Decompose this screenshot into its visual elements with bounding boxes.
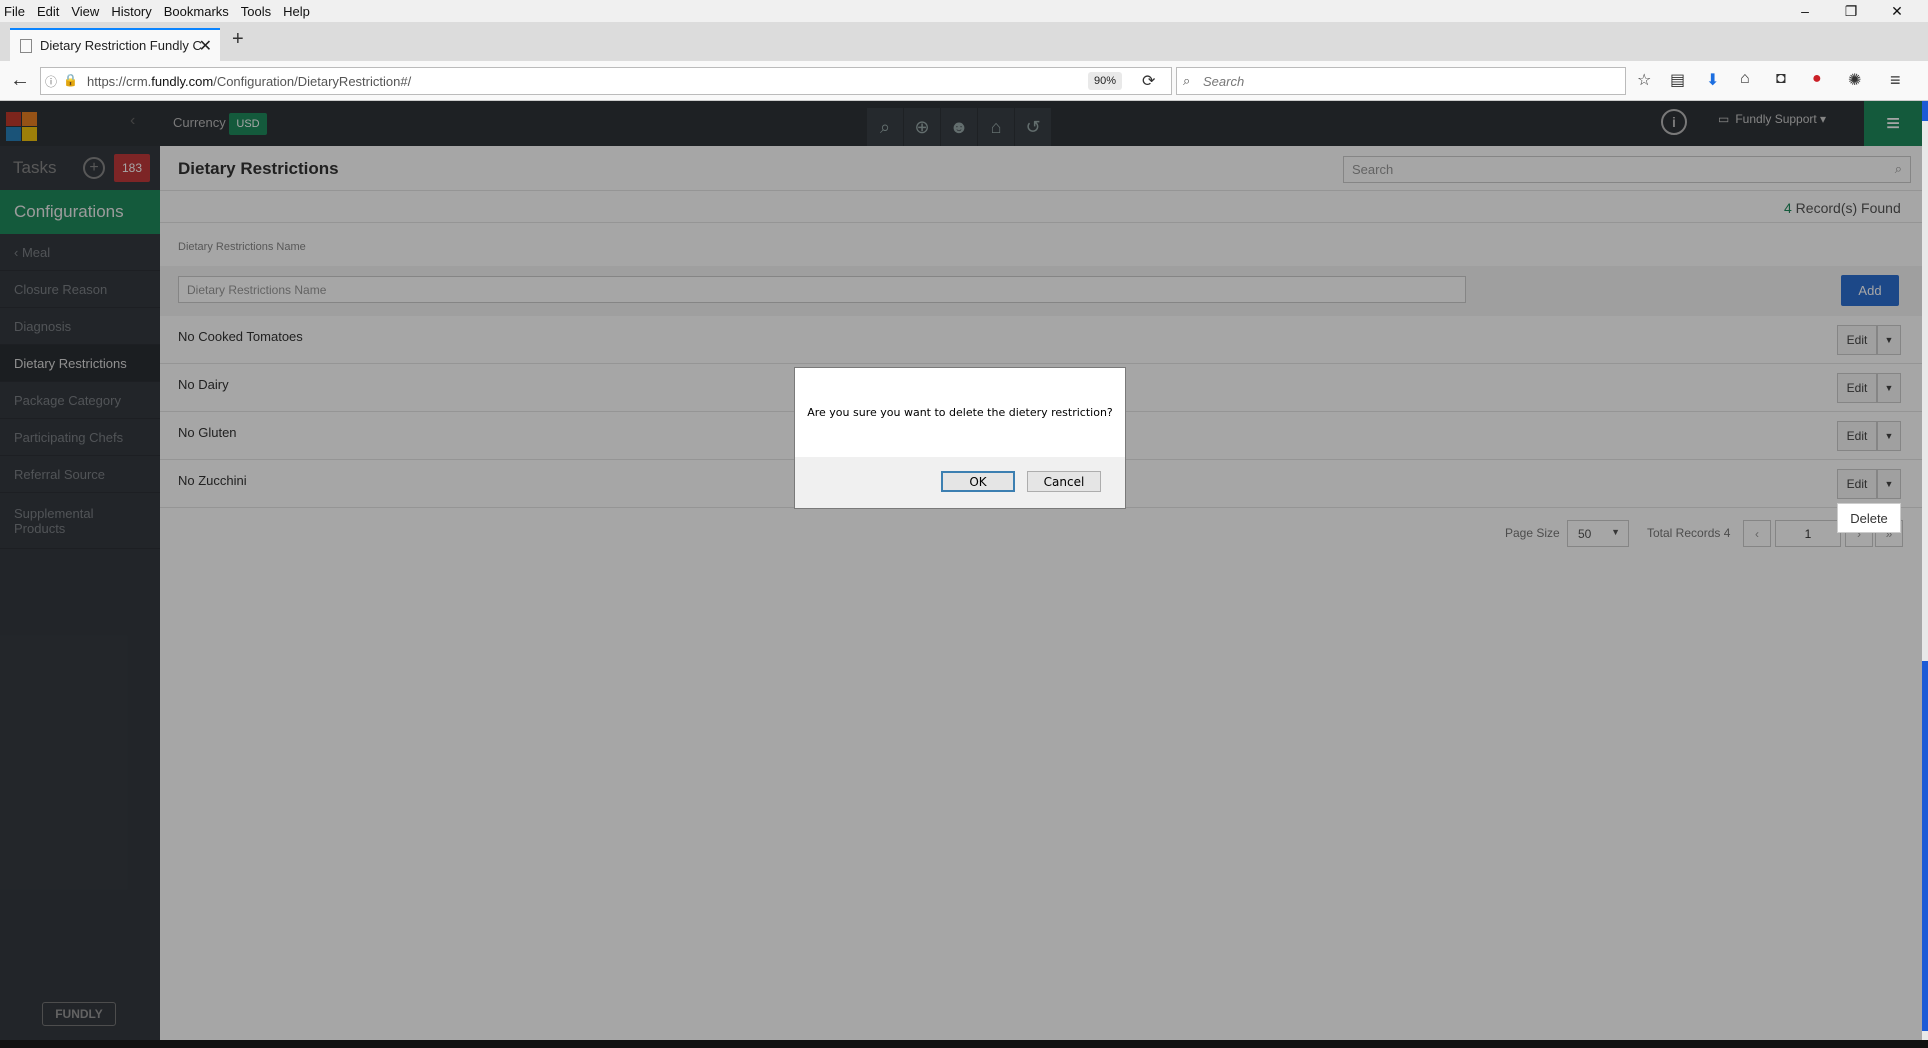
browser-menu-bar: File Edit View History Bookmarks Tools H…	[0, 0, 1928, 22]
url-domain: fundly.com	[151, 73, 214, 89]
back-arrow-icon[interactable]: ←	[10, 69, 30, 92]
bookmark-star-icon[interactable]: ☆	[1637, 70, 1651, 90]
download-icon[interactable]: ⬇	[1706, 70, 1719, 90]
restore-button[interactable]: ❐	[1828, 0, 1874, 22]
close-tab-icon[interactable]: ✕	[199, 36, 212, 56]
cancel-button[interactable]: Cancel	[1027, 471, 1101, 492]
ok-button[interactable]: OK	[941, 471, 1015, 492]
home-icon[interactable]: ⌂	[1740, 70, 1750, 88]
modal-overlay	[0, 101, 1922, 1040]
url-path: /Configuration/DietaryRestriction#/	[213, 73, 412, 89]
minimize-button[interactable]: –	[1782, 0, 1828, 22]
menu-file[interactable]: File	[4, 4, 25, 19]
new-tab-icon[interactable]: +	[232, 28, 244, 51]
search-icon: ⌕	[1183, 73, 1191, 88]
menu-edit[interactable]: Edit	[37, 4, 59, 19]
menu-view[interactable]: View	[71, 4, 99, 19]
page-icon	[20, 38, 32, 53]
zoom-indicator[interactable]: 90%	[1088, 72, 1122, 90]
extension-icon[interactable]: ✺	[1848, 70, 1861, 90]
browser-search-input[interactable]: ⌕ Search	[1176, 67, 1626, 95]
tab-title: Dietary Restriction Fundly C	[40, 38, 202, 53]
menu-history[interactable]: History	[111, 4, 151, 19]
pocket-icon[interactable]: ◘	[1776, 70, 1786, 88]
window-scrollbar[interactable]	[1922, 101, 1928, 1040]
menu-help[interactable]: Help	[283, 4, 310, 19]
confirm-dialog: Are you sure you want to delete the diet…	[794, 367, 1126, 509]
dialog-message: Are you sure you want to delete the diet…	[795, 368, 1125, 457]
menu-bookmarks[interactable]: Bookmarks	[164, 4, 229, 19]
url-bar[interactable]: ⓘ 🔒 https://crm. fundly.com/Configuration…	[40, 67, 1172, 95]
url-prefix: https://crm.	[87, 73, 152, 89]
scrollbar-thumb[interactable]	[1922, 661, 1928, 1031]
browser-search-placeholder: Search	[1203, 73, 1245, 89]
os-taskbar	[0, 1040, 1928, 1048]
reading-list-icon[interactable]: ▤	[1670, 70, 1685, 90]
delete-menu-item[interactable]: Delete	[1837, 503, 1901, 533]
browser-tab-bar: Dietary Restriction Fundly C ✕	[0, 22, 1928, 61]
info-icon[interactable]: ⓘ	[45, 73, 57, 90]
menu-tools[interactable]: Tools	[241, 4, 271, 19]
close-window-button[interactable]: ✕	[1874, 0, 1920, 22]
browser-menu-icon[interactable]: ≡	[1890, 70, 1901, 91]
reload-icon[interactable]: ⟳	[1142, 71, 1155, 91]
lock-icon: 🔒	[63, 73, 78, 87]
pinterest-icon[interactable]: ●	[1812, 70, 1822, 88]
browser-tab-active[interactable]: Dietary Restriction Fundly C ✕	[10, 28, 220, 61]
scrollbar-accent-top	[1922, 101, 1928, 121]
